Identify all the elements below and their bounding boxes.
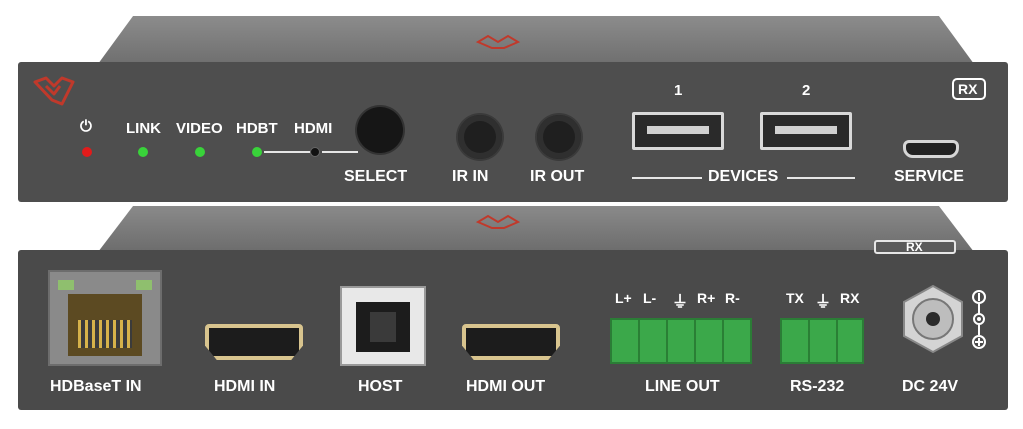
- select-button[interactable]: [357, 107, 403, 153]
- rs232-pin-rx: RX: [840, 290, 860, 306]
- rear-unit-top: [98, 206, 974, 252]
- line-out-pin-r-plus: R+: [697, 290, 716, 306]
- line-out-label: LINE OUT: [645, 378, 720, 395]
- led-connector-line: [264, 151, 310, 153]
- rx-badge-rear: RX: [874, 240, 956, 254]
- usb-device-2-port[interactable]: [760, 112, 852, 150]
- hdmi-out-label: HDMI OUT: [466, 378, 546, 395]
- service-label: SERVICE: [894, 168, 964, 185]
- power-led: [82, 147, 92, 157]
- video-led: [195, 147, 205, 157]
- video-label: VIDEO: [176, 120, 223, 137]
- devices-label: DEVICES: [708, 168, 779, 185]
- brand-logo-icon: [33, 76, 75, 106]
- hdmi-in-label: HDMI IN: [214, 378, 276, 395]
- hdbt-label: HDBT: [236, 120, 278, 137]
- link-led: [138, 147, 148, 157]
- micro-usb-service-port[interactable]: [903, 140, 959, 158]
- ir-in-jack[interactable]: [458, 115, 502, 159]
- device-2-label: 2: [802, 82, 811, 99]
- hdbaset-in-port[interactable]: [48, 270, 162, 366]
- rx-badge-front: RX: [952, 78, 986, 100]
- dc-polarity-icon: [972, 290, 986, 349]
- rx-badge-label: RX: [958, 81, 978, 97]
- dc-power-jack[interactable]: [898, 284, 968, 354]
- power-icon: ⏻: [80, 118, 92, 135]
- front-unit-top: [98, 16, 974, 64]
- rs232-label: RS-232: [790, 378, 845, 395]
- ir-in-label: IR IN: [452, 168, 489, 185]
- device-1-label: 1: [674, 82, 683, 99]
- hdmi-in-port[interactable]: [205, 324, 303, 360]
- hdbaset-in-label: HDBaseT IN: [50, 378, 142, 395]
- select-label: SELECT: [344, 168, 408, 185]
- hdmi-led: [310, 147, 320, 157]
- front-panel: [18, 62, 1008, 202]
- devices-line-left: [632, 177, 702, 179]
- link-label: LINK: [126, 120, 161, 137]
- usb-device-1-port[interactable]: [632, 112, 724, 150]
- dc-24v-label: DC 24V: [902, 378, 959, 395]
- brand-logo-front-top: [475, 34, 521, 49]
- hdmi-label: HDMI: [294, 120, 333, 137]
- line-out-pin-l-minus: L-: [643, 290, 657, 306]
- hdbt-led: [252, 147, 262, 157]
- ir-out-jack[interactable]: [537, 115, 581, 159]
- rs232-pin-ground: ⏚: [815, 294, 832, 311]
- devices-line-right: [787, 177, 855, 179]
- rx-badge-rear-label: RX: [906, 240, 923, 254]
- brand-logo-rear-top: [475, 214, 521, 229]
- ir-out-label: IR OUT: [530, 168, 585, 185]
- usb-host-port[interactable]: [340, 286, 426, 366]
- host-label: HOST: [358, 378, 403, 395]
- line-out-pin-l-plus: L+: [615, 290, 632, 306]
- rs232-terminal[interactable]: [780, 318, 864, 364]
- hdmi-out-port[interactable]: [462, 324, 560, 360]
- select-connector-line: [322, 151, 358, 153]
- line-out-pin-r-minus: R-: [725, 290, 740, 306]
- rs232-pin-tx: TX: [786, 290, 804, 306]
- line-out-terminal[interactable]: [610, 318, 752, 364]
- line-out-pin-ground: ⏚: [672, 294, 689, 311]
